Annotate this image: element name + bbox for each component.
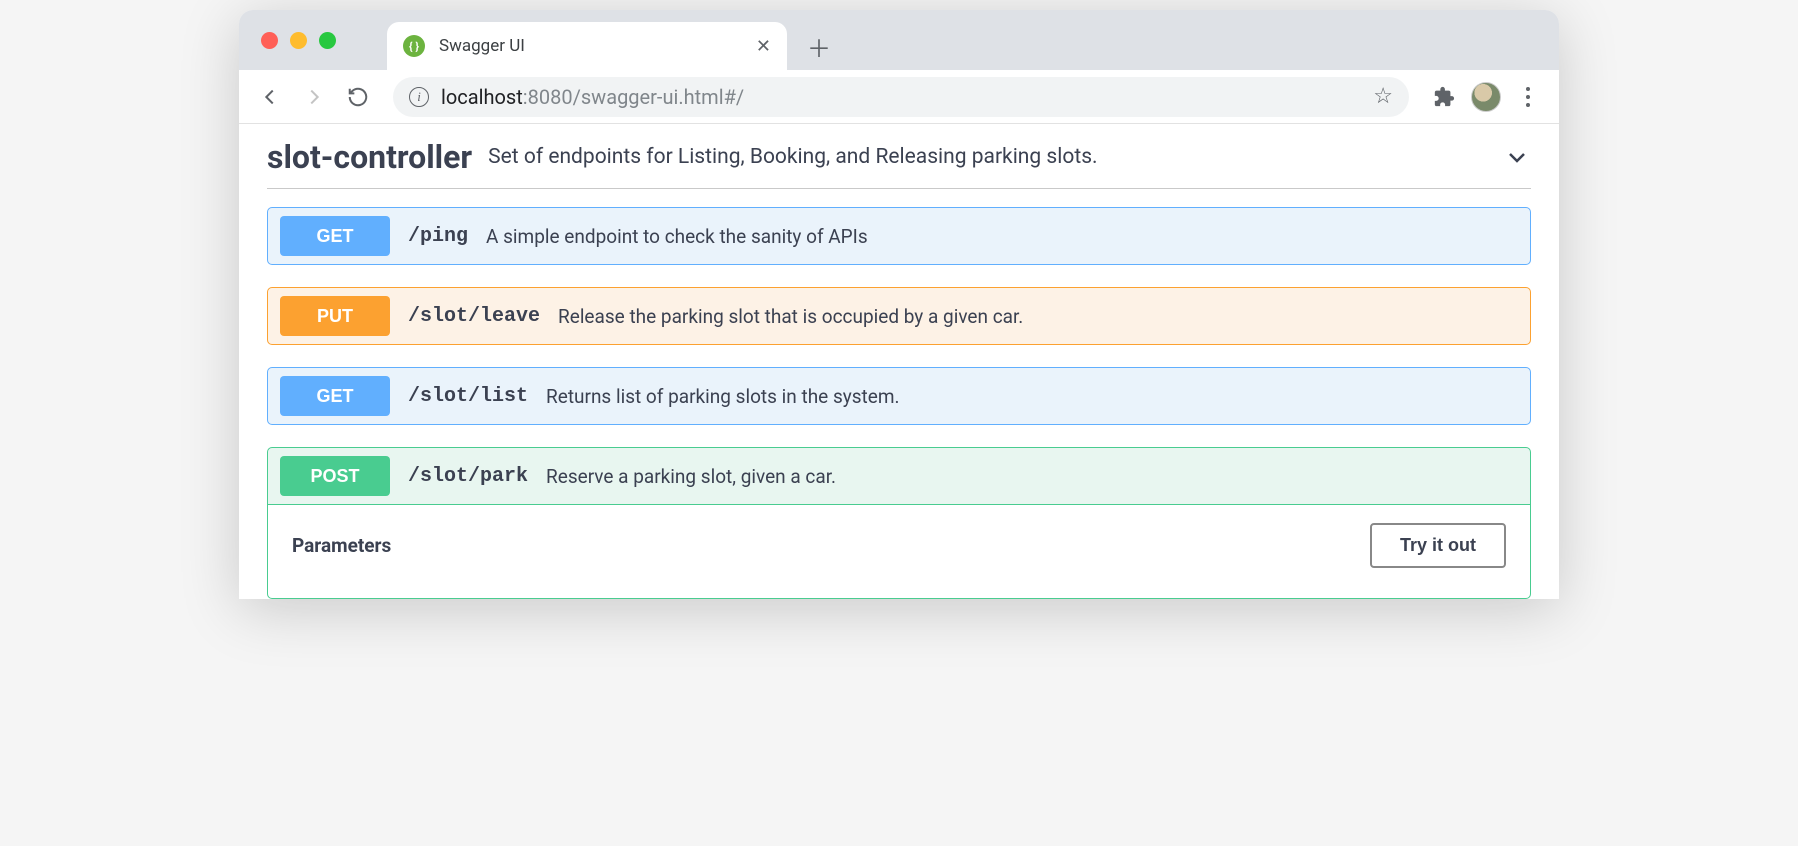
operation-put-slot-leave[interactable]: PUT /slot/leave Release the parking slot…: [267, 287, 1531, 345]
browser-tabbar: { } Swagger UI ✕ ＋: [239, 10, 1559, 70]
controller-name: slot-controller: [267, 138, 472, 176]
window-minimize-button[interactable]: [290, 32, 307, 49]
operation-path: /slot/leave: [408, 305, 540, 328]
profile-avatar[interactable]: [1471, 82, 1501, 112]
url-host: localhost: [441, 85, 523, 109]
back-button[interactable]: [253, 80, 287, 114]
browser-tab[interactable]: { } Swagger UI ✕: [387, 22, 787, 70]
swagger-page: slot-controller Set of endpoints for Lis…: [239, 124, 1559, 599]
operation-path: /ping: [408, 225, 468, 248]
url-text: localhost:8080/swagger-ui.html#/: [441, 85, 744, 109]
operation-get-slot-list[interactable]: GET /slot/list Returns list of parking s…: [267, 367, 1531, 425]
operation-path: /slot/list: [408, 385, 528, 408]
browser-toolbar: i localhost:8080/swagger-ui.html#/ ☆: [239, 70, 1559, 124]
kebab-menu-icon: [1520, 87, 1536, 107]
try-it-out-button[interactable]: Try it out: [1370, 523, 1506, 568]
operation-summary: Returns list of parking slots in the sys…: [546, 385, 899, 408]
operation-summary: Reserve a parking slot, given a car.: [546, 465, 836, 488]
operation-path: /slot/park: [408, 465, 528, 488]
extensions-icon[interactable]: [1427, 80, 1461, 114]
controller-header[interactable]: slot-controller Set of endpoints for Lis…: [267, 138, 1531, 188]
operation-expanded-panel: Parameters Try it out: [267, 505, 1531, 599]
browser-menu-button[interactable]: [1511, 80, 1545, 114]
window-zoom-button[interactable]: [319, 32, 336, 49]
parameters-heading: Parameters: [292, 534, 391, 557]
method-badge: GET: [280, 216, 390, 256]
site-info-icon[interactable]: i: [409, 87, 429, 107]
operation-summary: Release the parking slot that is occupie…: [558, 305, 1023, 328]
swagger-favicon: { }: [403, 35, 425, 57]
operation-summary: A simple endpoint to check the sanity of…: [486, 225, 868, 248]
divider: [267, 188, 1531, 189]
method-badge: GET: [280, 376, 390, 416]
chevron-down-icon: [1503, 143, 1531, 171]
window-controls: [261, 32, 336, 49]
window-close-button[interactable]: [261, 32, 278, 49]
address-bar[interactable]: i localhost:8080/swagger-ui.html#/ ☆: [393, 77, 1409, 117]
tab-title: Swagger UI: [439, 36, 742, 56]
controller-description: Set of endpoints for Listing, Booking, a…: [488, 145, 1487, 169]
forward-button[interactable]: [297, 80, 331, 114]
url-path: :8080/swagger-ui.html#/: [523, 85, 744, 109]
method-badge: POST: [280, 456, 390, 496]
browser-window: { } Swagger UI ✕ ＋ i localhost:8080/swag…: [239, 10, 1559, 599]
operation-post-slot-park[interactable]: POST /slot/park Reserve a parking slot, …: [267, 447, 1531, 505]
reload-button[interactable]: [341, 80, 375, 114]
operation-get-ping[interactable]: GET /ping A simple endpoint to check the…: [267, 207, 1531, 265]
method-badge: PUT: [280, 296, 390, 336]
close-tab-icon[interactable]: ✕: [756, 36, 771, 57]
bookmark-star-icon[interactable]: ☆: [1373, 84, 1393, 109]
new-tab-button[interactable]: ＋: [803, 30, 835, 62]
